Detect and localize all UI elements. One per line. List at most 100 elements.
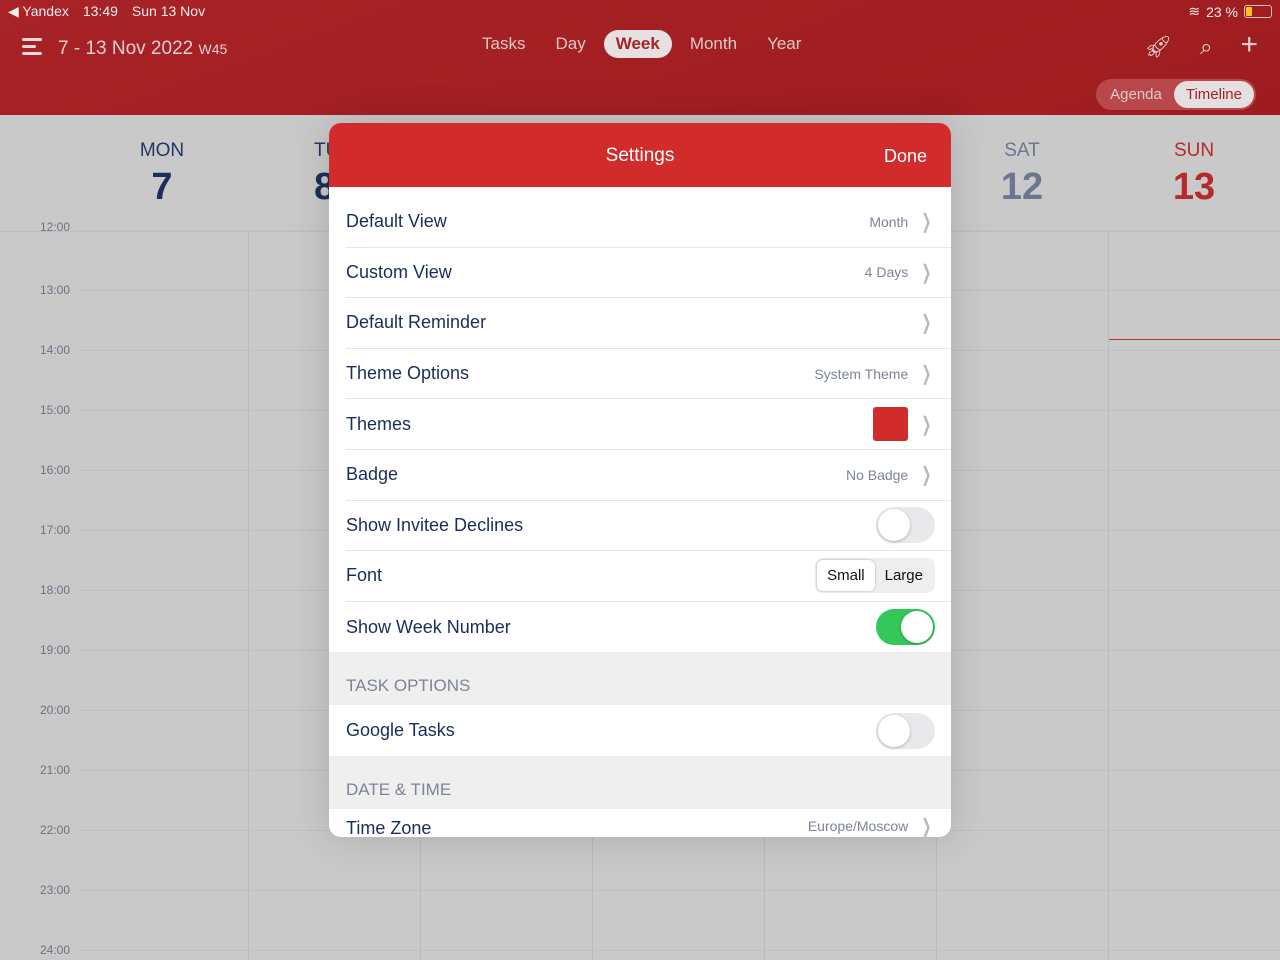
row-theme-options[interactable]: Theme Options System Theme ❯ bbox=[346, 349, 951, 400]
row-badge[interactable]: Badge No Badge ❯ bbox=[346, 450, 951, 501]
row-default-view[interactable]: Default View Month ❯ bbox=[346, 197, 951, 248]
day-header-sat[interactable]: SAT 12 bbox=[936, 140, 1108, 209]
hour-label: 22:00 bbox=[40, 823, 71, 837]
search-icon[interactable]: ⌕ bbox=[1200, 34, 1212, 60]
done-button[interactable]: Done bbox=[884, 146, 927, 167]
row-label: Time Zone bbox=[346, 817, 432, 837]
agenda-option[interactable]: Agenda bbox=[1098, 81, 1174, 108]
day-header-sun[interactable]: SUN 13 bbox=[1108, 140, 1280, 209]
day-number: 7 bbox=[151, 166, 173, 208]
status-date: Sun 13 Nov bbox=[131, 3, 206, 19]
font-small-option[interactable]: Small bbox=[817, 560, 875, 592]
day-column-divider bbox=[1108, 232, 1109, 960]
chevron-right-icon: ❯ bbox=[921, 464, 932, 487]
rocket-icon[interactable]: 🚀︎ bbox=[1144, 34, 1172, 60]
battery-text: 23 % bbox=[1206, 3, 1238, 20]
row-label: Badge bbox=[346, 464, 399, 485]
theme-color-swatch bbox=[873, 407, 909, 442]
day-number: 13 bbox=[1172, 166, 1216, 208]
row-label: Theme Options bbox=[346, 363, 470, 384]
back-app-label: Yandex bbox=[22, 3, 69, 19]
chevron-right-icon: ❯ bbox=[921, 312, 932, 335]
row-label: Show Week Number bbox=[346, 616, 511, 637]
tab-year[interactable]: Year bbox=[755, 30, 813, 58]
hour-label: 21:00 bbox=[40, 763, 71, 777]
chevron-right-icon: ❯ bbox=[921, 363, 932, 386]
week-number-toggle[interactable] bbox=[876, 609, 935, 646]
tab-week[interactable]: Week bbox=[603, 30, 672, 58]
back-to-app[interactable]: ◀ Yandex bbox=[8, 3, 69, 20]
week-number: W45 bbox=[198, 41, 228, 57]
status-right: ≋ 23 % bbox=[1188, 3, 1272, 20]
row-label: Default Reminder bbox=[346, 312, 487, 333]
hour-label: 15:00 bbox=[40, 403, 71, 417]
hour-label: 16:00 bbox=[40, 463, 71, 477]
row-default-reminder[interactable]: Default Reminder ❯ bbox=[346, 298, 951, 349]
day-column-divider bbox=[248, 232, 249, 960]
hour-label: 18:00 bbox=[40, 583, 71, 597]
row-value: No Badge bbox=[845, 466, 909, 483]
hour-label: 12:00 bbox=[40, 220, 71, 234]
day-name: MON bbox=[139, 140, 185, 161]
chevron-right-icon: ❯ bbox=[921, 413, 932, 436]
app-header: ◀ Yandex 13:49 Sun 13 Nov ≋ 23 % 7 - 13 … bbox=[0, 0, 1280, 115]
agenda-timeline-toggle: Agenda Timeline bbox=[1096, 79, 1256, 110]
hour-line bbox=[76, 950, 1280, 951]
tab-tasks[interactable]: Tasks bbox=[470, 30, 537, 58]
row-label: Show Invitee Declines bbox=[346, 514, 524, 535]
row-label: Custom View bbox=[346, 261, 452, 282]
row-value: Month bbox=[869, 213, 909, 230]
settings-title: Settings bbox=[605, 145, 675, 166]
tab-day[interactable]: Day bbox=[543, 30, 597, 58]
hour-label: 14:00 bbox=[40, 343, 71, 357]
row-value: System Theme bbox=[814, 365, 909, 382]
row-show-week-number: Show Week Number bbox=[346, 602, 951, 653]
row-google-tasks: Google Tasks bbox=[346, 705, 951, 756]
row-label: Default View bbox=[346, 211, 447, 232]
row-custom-view[interactable]: Custom View 4 Days ❯ bbox=[346, 248, 951, 299]
chevron-right-icon: ❯ bbox=[921, 815, 932, 837]
chevron-right-icon: ❯ bbox=[921, 211, 932, 234]
day-name: SAT bbox=[1004, 140, 1040, 161]
day-header-mon[interactable]: MON 7 bbox=[76, 140, 248, 209]
google-tasks-toggle[interactable] bbox=[876, 712, 935, 749]
plus-icon[interactable]: + bbox=[1240, 30, 1258, 60]
status-bar: ◀ Yandex 13:49 Sun 13 Nov bbox=[8, 3, 205, 20]
row-label: Font bbox=[346, 565, 383, 586]
range-label: 7 - 13 Nov 2022 bbox=[58, 38, 194, 59]
row-time-zone[interactable]: Time Zone Europe/Moscow ❯ bbox=[346, 809, 951, 837]
section-date-time: DATE & TIME bbox=[329, 755, 951, 809]
hour-label: 19:00 bbox=[40, 643, 71, 657]
status-time: 13:49 bbox=[82, 3, 118, 19]
row-font: Font Small Large bbox=[346, 551, 951, 602]
hour-label: 20:00 bbox=[40, 703, 71, 717]
settings-header: Settings Done bbox=[329, 123, 951, 187]
hour-label: 13:00 bbox=[40, 283, 71, 297]
view-tabs: Tasks Day Week Month Year bbox=[470, 30, 813, 58]
timeline-option[interactable]: Timeline bbox=[1173, 81, 1254, 108]
menu-icon[interactable] bbox=[22, 38, 42, 59]
battery-icon bbox=[1244, 5, 1272, 18]
wifi-icon: ≋ bbox=[1188, 3, 1201, 19]
hour-label: 17:00 bbox=[40, 523, 71, 537]
row-label: Google Tasks bbox=[346, 720, 455, 741]
tab-month[interactable]: Month bbox=[678, 30, 749, 58]
invitee-declines-toggle[interactable] bbox=[876, 507, 935, 544]
hour-line bbox=[76, 890, 1280, 891]
current-time-line bbox=[1108, 339, 1280, 340]
hour-label: 23:00 bbox=[40, 883, 71, 897]
day-name: SUN bbox=[1173, 140, 1215, 161]
font-large-option[interactable]: Large bbox=[875, 560, 933, 591]
settings-modal: Settings Done Default View Month ❯ Custom … bbox=[329, 123, 951, 837]
row-value: 4 Days bbox=[864, 264, 909, 281]
day-number: 12 bbox=[1000, 166, 1044, 208]
hour-label: 24:00 bbox=[40, 943, 71, 957]
section-task-options: TASK OPTIONS bbox=[329, 652, 951, 706]
chevron-right-icon: ❯ bbox=[921, 261, 932, 284]
row-label: Themes bbox=[346, 413, 412, 434]
row-value: Europe/Moscow bbox=[807, 818, 909, 835]
date-range-title[interactable]: 7 - 13 Nov 2022 W45 bbox=[58, 38, 227, 60]
font-size-segmented: Small Large bbox=[815, 558, 935, 594]
row-show-invitee-declines: Show Invitee Declines bbox=[346, 501, 951, 552]
row-themes[interactable]: Themes ❯ bbox=[346, 399, 951, 450]
